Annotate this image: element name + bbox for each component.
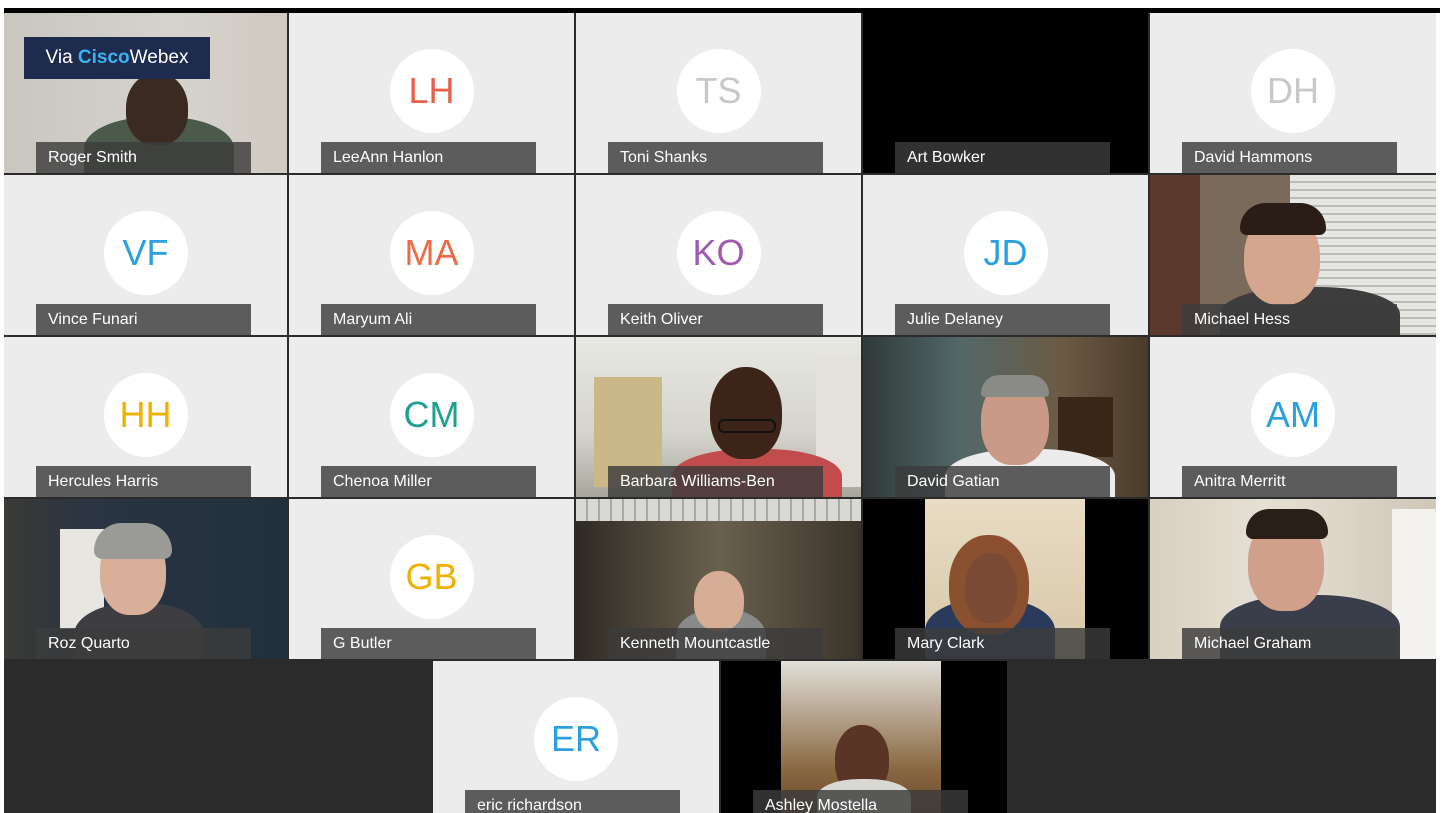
participant-tile-michael-hess[interactable]: Michael Hess: [1150, 175, 1436, 335]
participant-name: Michael Hess: [1182, 304, 1397, 335]
empty-tile-right: [1009, 661, 1436, 813]
participant-name: Art Bowker: [895, 142, 1110, 173]
participant-name: eric richardson: [465, 790, 680, 813]
participant-tile-mary-clark[interactable]: Mary Clark: [863, 499, 1148, 659]
avatar: VF: [103, 211, 188, 295]
participant-tile-ashley-mostella[interactable]: Ashley Mostella: [721, 661, 1007, 813]
participant-tile-barbara-williams-ben[interactable]: Barbara Williams-Ben: [576, 337, 861, 497]
avatar: ER: [534, 697, 618, 781]
participant-tile-leeann-hanlon[interactable]: LH LeeAnn Hanlon: [289, 13, 574, 173]
participant-name: Chenoa Miller: [321, 466, 536, 497]
participant-name: Vince Funari: [36, 304, 251, 335]
participant-name: Roz Quarto: [36, 628, 251, 659]
participant-name: Ashley Mostella: [753, 790, 968, 813]
participant-name: David Gatian: [895, 466, 1110, 497]
participant-name: Barbara Williams-Ben: [608, 466, 823, 497]
avatar: AM: [1251, 373, 1335, 457]
avatar: GB: [389, 535, 474, 619]
participant-name: Maryum Ali: [321, 304, 536, 335]
avatar: JD: [963, 211, 1048, 295]
participant-tile-eric-richardson[interactable]: ER eric richardson: [433, 661, 719, 813]
participant-name: Anitra Merritt: [1182, 466, 1397, 497]
participant-name: Michael Graham: [1182, 628, 1397, 659]
participant-name: LeeAnn Hanlon: [321, 142, 536, 173]
participant-tile-vince-funari[interactable]: VF Vince Funari: [4, 175, 287, 335]
avatar: CM: [389, 373, 474, 457]
badge-cisco: Cisco: [77, 47, 130, 68]
participant-tile-david-hammons[interactable]: DH David Hammons: [1150, 13, 1436, 173]
participant-tile-roger-smith[interactable]: Via CiscoWebex Roger Smith: [4, 13, 287, 173]
avatar: HH: [103, 373, 188, 457]
participant-tile-keith-oliver[interactable]: KO Keith Oliver: [576, 175, 861, 335]
participant-name: Roger Smith: [36, 142, 251, 173]
meeting-stage: Via CiscoWebex Roger Smith LH LeeAnn Han…: [0, 0, 1444, 813]
badge-via: Via: [45, 47, 73, 68]
participant-name: David Hammons: [1182, 142, 1397, 173]
participant-grid: Via CiscoWebex Roger Smith LH LeeAnn Han…: [4, 13, 1436, 813]
badge-webex: Webex: [129, 47, 189, 68]
participant-name: Kenneth Mountcastle: [608, 628, 823, 659]
participant-tile-david-gatian[interactable]: David Gatian: [863, 337, 1148, 497]
participant-tile-g-butler[interactable]: GB G Butler: [289, 499, 574, 659]
participant-tile-hercules-harris[interactable]: HH Hercules Harris: [4, 337, 287, 497]
participant-tile-maryum-ali[interactable]: MA Maryum Ali: [289, 175, 574, 335]
empty-tile-left: [4, 661, 431, 813]
participant-name: Toni Shanks: [608, 142, 823, 173]
avatar: DH: [1251, 49, 1335, 133]
participant-tile-anitra-merritt[interactable]: AM Anitra Merritt: [1150, 337, 1436, 497]
participant-tile-toni-shanks[interactable]: TS Toni Shanks: [576, 13, 861, 173]
participant-name: Keith Oliver: [608, 304, 823, 335]
participant-tile-chenoa-miller[interactable]: CM Chenoa Miller: [289, 337, 574, 497]
webex-badge: Via CiscoWebex: [24, 37, 210, 79]
participant-name: Mary Clark: [895, 628, 1110, 659]
avatar: LH: [389, 49, 474, 133]
participant-tile-art-bowker[interactable]: Art Bowker: [863, 13, 1148, 173]
participant-name: Julie Delaney: [895, 304, 1110, 335]
participant-tile-julie-delaney[interactable]: JD Julie Delaney: [863, 175, 1148, 335]
participant-name: G Butler: [321, 628, 536, 659]
participant-name: Hercules Harris: [36, 466, 251, 497]
avatar: TS: [676, 49, 761, 133]
participant-tile-roz-quarto[interactable]: Roz Quarto: [4, 499, 287, 659]
avatar: MA: [389, 211, 474, 295]
participant-tile-michael-graham[interactable]: Michael Graham: [1150, 499, 1436, 659]
participant-tile-kenneth-mountcastle[interactable]: Kenneth Mountcastle: [576, 499, 861, 659]
avatar: KO: [676, 211, 761, 295]
